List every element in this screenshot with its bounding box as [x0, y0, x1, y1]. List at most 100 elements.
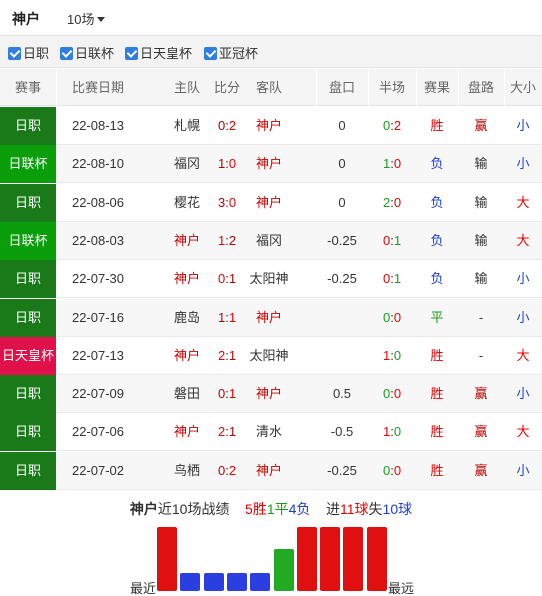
- handicap-result: 输: [474, 156, 488, 172]
- league-badge[interactable]: 日职: [0, 107, 56, 145]
- handicap: -0.25: [327, 271, 357, 287]
- table-row: 日职 22-08-13 札幌 0:2 神户 0 0:2 胜赢小: [0, 107, 542, 145]
- match-date: 22-08-13: [71, 118, 125, 133]
- halftime-score: 1:0: [368, 337, 416, 375]
- match-date: 22-08-06: [71, 194, 125, 210]
- form-bar: [250, 573, 271, 591]
- over-under: 小: [516, 156, 530, 172]
- checkbox-icon[interactable]: [8, 47, 21, 60]
- score-away: 1: [228, 271, 237, 287]
- table-row: 日职 22-07-02 鸟栖 0:2 神户 -0.25 0:0 胜 赢 小: [0, 451, 542, 490]
- home-team[interactable]: 神户: [166, 337, 208, 375]
- match-result: 负: [430, 271, 444, 287]
- filter-jleague[interactable]: 日职: [8, 43, 49, 61]
- home-team[interactable]: 神户: [166, 413, 208, 451]
- score-away: 0: [228, 194, 237, 210]
- table-row: 日职 22-08-06 樱花 3:0 神户 0 2:0 负输大: [0, 183, 542, 222]
- score[interactable]: 0:2: [208, 452, 246, 490]
- handicap-result: 输: [474, 271, 488, 287]
- league-badge[interactable]: 日天皇杯: [0, 336, 56, 375]
- away-team[interactable]: 神户: [246, 107, 292, 145]
- home-team[interactable]: 磐田: [166, 375, 208, 413]
- ht-away: 0: [393, 194, 402, 210]
- score[interactable]: 1:1: [208, 299, 246, 337]
- match-count-dropdown[interactable]: 10场: [67, 9, 106, 28]
- halftime-score: 1:0: [368, 145, 416, 183]
- away-team[interactable]: 清水: [246, 413, 292, 451]
- filter-afc-cl[interactable]: 亚冠杯: [204, 43, 258, 61]
- table-header: 赛事 比赛日期 主队 比分 客队 盘口 半场 赛果 盘路 大小: [0, 69, 542, 106]
- match-result: 胜: [430, 118, 444, 133]
- away-team[interactable]: 神户: [246, 375, 292, 413]
- home-team[interactable]: 神户: [166, 222, 208, 260]
- halftime-score: 0:2: [368, 107, 416, 145]
- league-badge[interactable]: 日联杯: [0, 221, 56, 260]
- home-team[interactable]: 神户: [166, 260, 208, 298]
- away-team[interactable]: 神户: [246, 145, 292, 183]
- ht-away: 0: [393, 347, 402, 363]
- league-badge[interactable]: 日职: [0, 451, 56, 490]
- match-date: 22-07-13: [71, 347, 125, 363]
- score[interactable]: 1:0: [208, 145, 246, 183]
- score[interactable]: 3:0: [208, 184, 246, 222]
- form-bar: [296, 527, 317, 591]
- summary-conceded: 10球: [382, 501, 413, 517]
- away-team[interactable]: 太阳神: [246, 260, 292, 298]
- away-team[interactable]: 神户: [246, 299, 292, 337]
- checkbox-icon[interactable]: [60, 47, 73, 60]
- away-team[interactable]: 神户: [246, 184, 292, 222]
- home-team[interactable]: 福冈: [166, 145, 208, 183]
- home-team[interactable]: 札幌: [166, 107, 208, 145]
- checkbox-icon[interactable]: [204, 47, 217, 60]
- filter-emperor-cup[interactable]: 日天皇杯: [125, 43, 192, 61]
- league-badge[interactable]: 日职: [0, 375, 56, 414]
- table-row: 日联杯 22-08-10 福冈 1:0 神户 0 1:0 负输小: [0, 145, 542, 184]
- score-away: 2: [228, 232, 237, 248]
- table-row: 日职 22-07-16 鹿岛 1:1 神户 0:0 平 - 小: [0, 298, 542, 337]
- score[interactable]: 1:2: [208, 222, 246, 260]
- filter-label: 日职: [23, 46, 50, 61]
- form-bar: [226, 573, 247, 591]
- league-badge[interactable]: 日职: [0, 298, 56, 337]
- league-badge[interactable]: 日职: [0, 413, 56, 452]
- col-away: 客队: [255, 80, 282, 95]
- match-result: 负: [430, 156, 444, 172]
- away-team[interactable]: 神户: [246, 452, 292, 490]
- score[interactable]: 0:2: [208, 107, 246, 145]
- score[interactable]: 2:1: [208, 337, 246, 375]
- score-away: 1: [228, 386, 237, 402]
- col-league: 赛事: [14, 80, 41, 95]
- away-team[interactable]: 福冈: [246, 222, 292, 260]
- form-bar: [343, 527, 364, 591]
- score-away: 1: [228, 347, 237, 363]
- over-under: 小: [516, 118, 530, 133]
- filter-label: 日天皇杯: [140, 46, 193, 61]
- form-bar: [366, 527, 387, 591]
- home-team[interactable]: 鸟栖: [166, 452, 208, 490]
- over-under: 大: [516, 194, 530, 210]
- league-badge[interactable]: 日职: [0, 183, 56, 222]
- handicap-result: 输: [474, 232, 488, 248]
- col-result: 赛果: [423, 80, 450, 95]
- col-handicap: 盘口: [328, 80, 355, 95]
- filter-jleague-cup[interactable]: 日联杯: [60, 43, 114, 61]
- league-badge[interactable]: 日联杯: [0, 145, 56, 184]
- match-count-value: 10场: [67, 12, 95, 27]
- handicap: -0.25: [327, 232, 357, 248]
- ht-away: 0: [393, 156, 402, 172]
- away-team[interactable]: 太阳神: [246, 337, 292, 375]
- checkbox-icon[interactable]: [125, 47, 138, 60]
- form-bar: [320, 527, 341, 591]
- score[interactable]: 0:1: [208, 375, 246, 413]
- league-badge[interactable]: 日职: [0, 260, 56, 299]
- over-under: 大: [516, 347, 530, 363]
- score[interactable]: 2:1: [208, 413, 246, 451]
- match-date: 22-07-30: [71, 271, 125, 287]
- handicap-result: 赢: [474, 462, 488, 478]
- home-team[interactable]: 鹿岛: [166, 299, 208, 337]
- score[interactable]: 0:1: [208, 260, 246, 298]
- home-team[interactable]: 樱花: [166, 184, 208, 222]
- handicap-result: -: [478, 347, 484, 363]
- caret-down-icon: [97, 17, 106, 22]
- match-date: 22-07-16: [71, 309, 125, 325]
